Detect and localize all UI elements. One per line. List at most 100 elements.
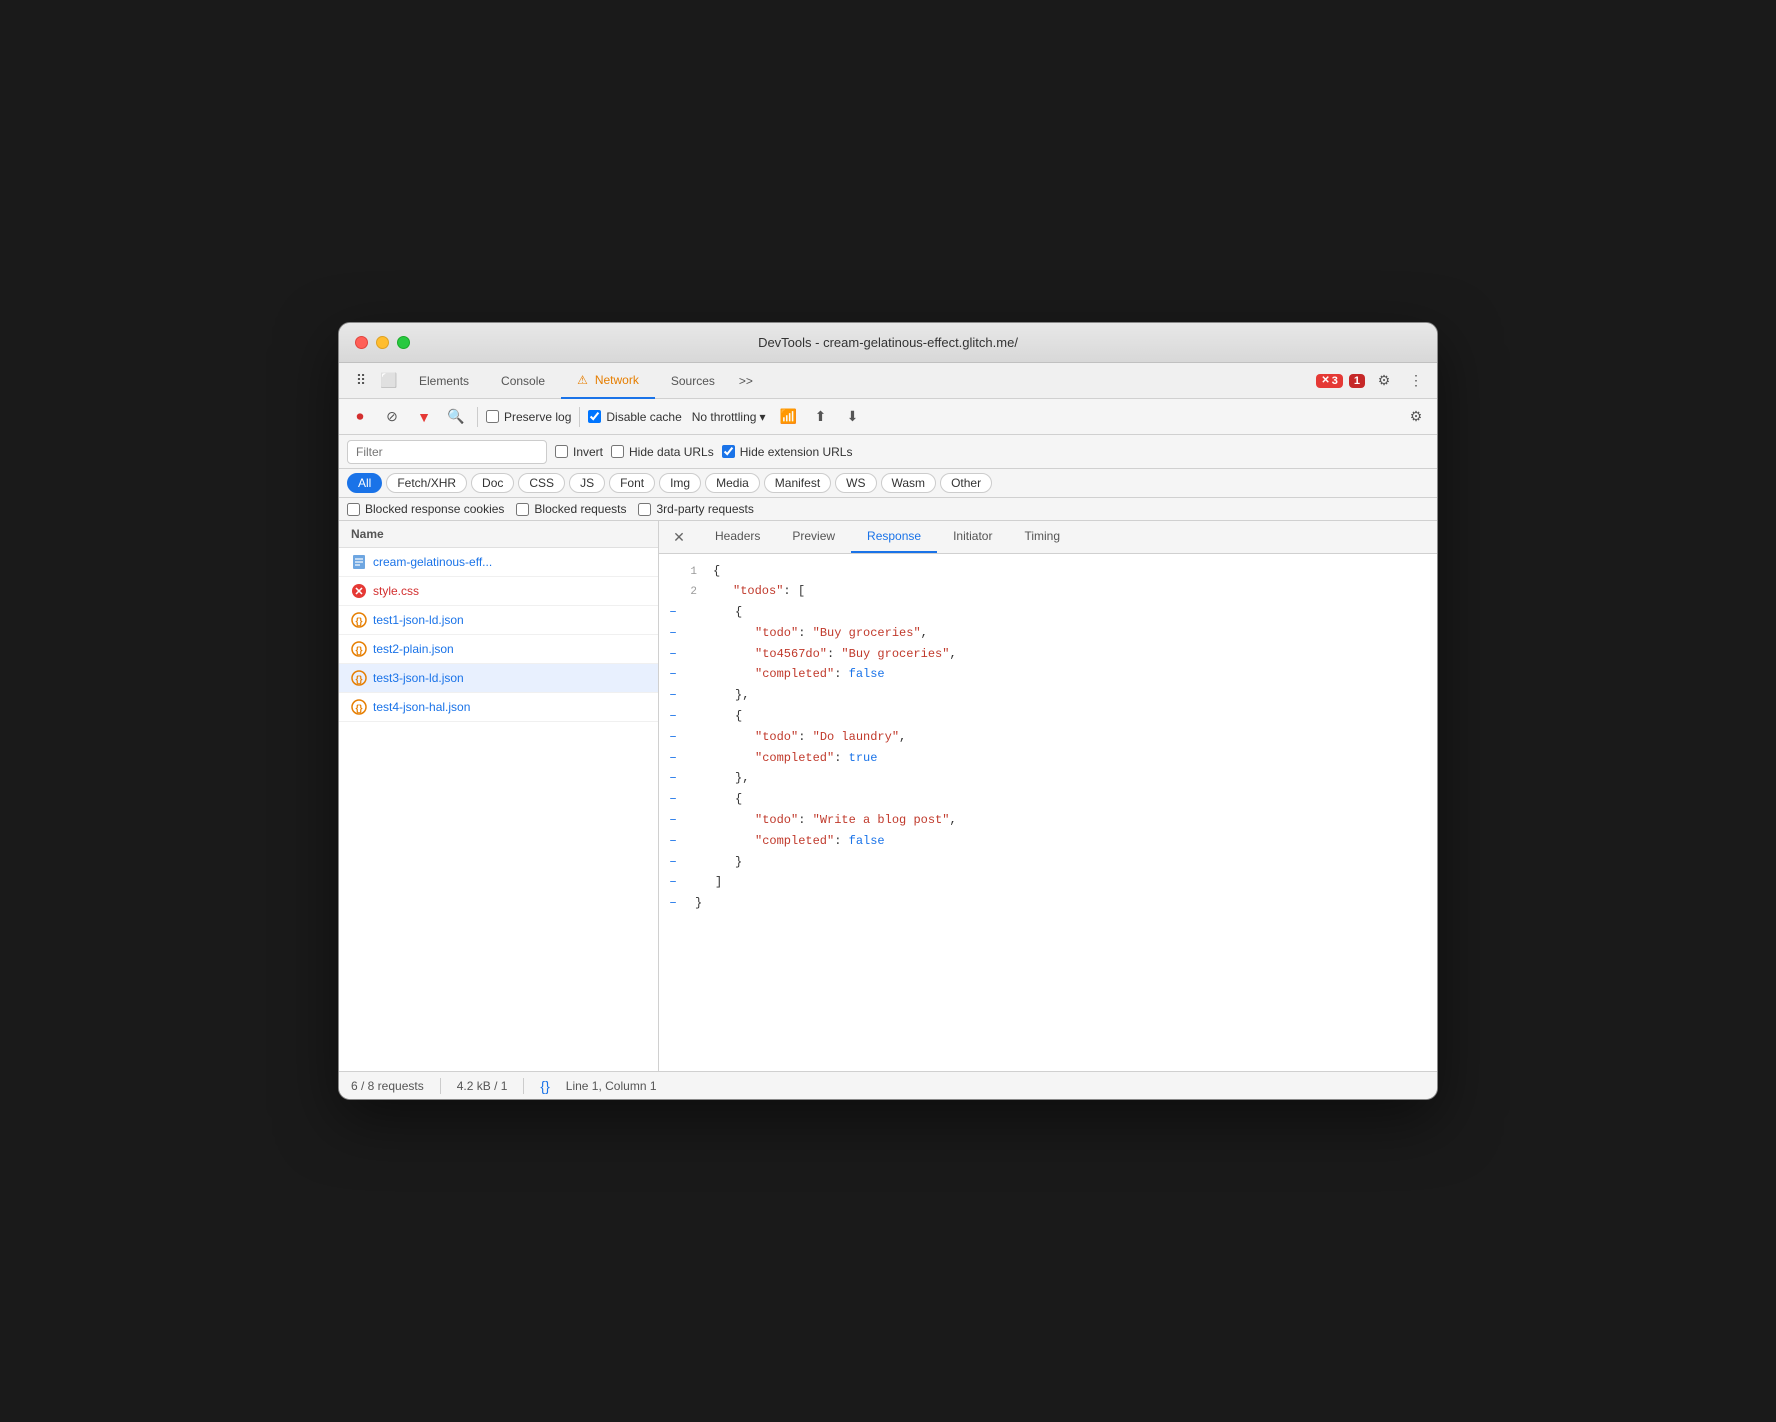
record-button[interactable]: ⏺	[347, 404, 373, 430]
json-file-icon: {}	[351, 641, 367, 657]
code-line: – "todo": "Write a blog post",	[659, 810, 1437, 831]
close-button[interactable]	[355, 336, 368, 349]
close-panel-button[interactable]: ✕	[667, 525, 691, 549]
third-party-checkbox[interactable]: 3rd-party requests	[638, 502, 753, 516]
warn-badge[interactable]: 1	[1349, 374, 1365, 388]
tab-timing[interactable]: Timing	[1008, 521, 1076, 553]
badge-area: ✕ 3 1 ⚙ ⋮	[1316, 368, 1429, 394]
maximize-button[interactable]	[397, 336, 410, 349]
json-file-icon: {}	[351, 670, 367, 686]
filter-other[interactable]: Other	[940, 473, 992, 493]
code-line: – ]	[659, 872, 1437, 893]
preserve-log-input[interactable]	[486, 410, 499, 423]
tab-response[interactable]: Response	[851, 521, 937, 553]
tab-console[interactable]: Console	[485, 363, 561, 399]
blocked-cookies-checkbox[interactable]: Blocked response cookies	[347, 502, 504, 516]
filter-img[interactable]: Img	[659, 473, 701, 493]
titlebar: DevTools - cream-gelatinous-effect.glitc…	[339, 323, 1437, 363]
upload-icon[interactable]: ⬆	[807, 404, 833, 430]
list-item[interactable]: ✕ style.css	[339, 577, 658, 606]
tab-headers[interactable]: Headers	[699, 521, 776, 553]
tab-bar: ⠿ ⬜ Elements Console ⚠ Network Sources >…	[339, 363, 1437, 399]
json-file-icon: {}	[351, 699, 367, 715]
invert-input[interactable]	[555, 445, 568, 458]
list-item[interactable]: {} test1-json-ld.json	[339, 606, 658, 635]
filter-css[interactable]: CSS	[518, 473, 565, 493]
filter-doc[interactable]: Doc	[471, 473, 514, 493]
response-tabs: ✕ Headers Preview Response Initiator Tim…	[659, 521, 1437, 554]
list-item[interactable]: {} test4-json-hal.json	[339, 693, 658, 722]
svg-text:{}: {}	[355, 616, 363, 626]
hide-data-urls-input[interactable]	[611, 445, 624, 458]
minimize-button[interactable]	[376, 336, 389, 349]
cursor-icon[interactable]: ⠿	[347, 367, 375, 395]
wifi-icon[interactable]: 📶	[775, 404, 801, 430]
tab-elements[interactable]: Elements	[403, 363, 485, 399]
doc-icon	[351, 554, 367, 570]
filter-ws[interactable]: WS	[835, 473, 876, 493]
hide-extension-urls-input[interactable]	[722, 445, 735, 458]
json-file-icon: {}	[351, 612, 367, 628]
throttle-select[interactable]: No throttling ▾	[688, 408, 770, 426]
filter-input[interactable]	[347, 440, 547, 464]
hide-data-urls-checkbox[interactable]: Hide data URLs	[611, 445, 714, 459]
more-filters: Blocked response cookies Blocked request…	[339, 498, 1437, 521]
response-content: 1 { 2 "todos": [ – { –	[659, 554, 1437, 1071]
list-item[interactable]: cream-gelatinous-eff...	[339, 548, 658, 577]
tab-sources[interactable]: Sources	[655, 363, 731, 399]
more-options-icon[interactable]: ⋮	[1403, 368, 1429, 394]
device-icon[interactable]: ⬜	[375, 367, 403, 395]
code-line: – "completed": false	[659, 664, 1437, 685]
settings-gear-icon[interactable]: ⚙	[1371, 368, 1397, 394]
list-item[interactable]: {} test3-json-ld.json	[339, 664, 658, 693]
filter-media[interactable]: Media	[705, 473, 760, 493]
svg-text:{}: {}	[355, 674, 363, 684]
file-list: Name cream-gelatinous-eff... ✕ style.css	[339, 521, 659, 1071]
tab-more[interactable]: >>	[731, 368, 761, 394]
tab-initiator[interactable]: Initiator	[937, 521, 1008, 553]
filter-fetch-xhr[interactable]: Fetch/XHR	[386, 473, 467, 493]
network-toolbar: ⏺ ⊘ ▼ 🔍 Preserve log Disable cache No th…	[339, 399, 1437, 435]
status-separator	[523, 1078, 524, 1094]
code-line: – "completed": true	[659, 748, 1437, 769]
status-separator	[440, 1078, 441, 1094]
file-name: test2-plain.json	[373, 642, 454, 656]
request-count: 6 / 8 requests	[351, 1079, 424, 1093]
blocked-cookies-input[interactable]	[347, 503, 360, 516]
filter-all[interactable]: All	[347, 473, 382, 493]
filter-bar: Invert Hide data URLs Hide extension URL…	[339, 435, 1437, 469]
search-icon[interactable]: 🔍	[443, 404, 469, 430]
filter-font[interactable]: Font	[609, 473, 655, 493]
blocked-requests-checkbox[interactable]: Blocked requests	[516, 502, 626, 516]
error-badge[interactable]: ✕ 3	[1316, 374, 1343, 388]
code-line: – "to4567do": "Buy groceries",	[659, 644, 1437, 665]
disable-cache-input[interactable]	[588, 410, 601, 423]
divider-2	[579, 407, 580, 427]
network-settings-icon[interactable]: ⚙	[1403, 404, 1429, 430]
filter-icon[interactable]: ▼	[411, 404, 437, 430]
hide-extension-urls-checkbox[interactable]: Hide extension URLs	[722, 445, 853, 459]
blocked-requests-input[interactable]	[516, 503, 529, 516]
list-item[interactable]: {} test2-plain.json	[339, 635, 658, 664]
third-party-input[interactable]	[638, 503, 651, 516]
tab-preview[interactable]: Preview	[776, 521, 851, 553]
code-line: – },	[659, 768, 1437, 789]
filter-manifest[interactable]: Manifest	[764, 473, 831, 493]
code-line: – }	[659, 852, 1437, 873]
file-list-header: Name	[339, 521, 658, 548]
type-filters: All Fetch/XHR Doc CSS JS Font Img Media …	[339, 469, 1437, 498]
window-title: DevTools - cream-gelatinous-effect.glitc…	[758, 335, 1018, 350]
disable-cache-checkbox[interactable]: Disable cache	[588, 410, 681, 424]
preserve-log-checkbox[interactable]: Preserve log	[486, 410, 571, 424]
clear-button[interactable]: ⊘	[379, 404, 405, 430]
filter-js[interactable]: JS	[569, 473, 605, 493]
invert-checkbox[interactable]: Invert	[555, 445, 603, 459]
divider-1	[477, 407, 478, 427]
code-line: 1 {	[659, 562, 1437, 582]
filter-wasm[interactable]: Wasm	[881, 473, 937, 493]
download-icon[interactable]: ⬇	[839, 404, 865, 430]
tab-network[interactable]: ⚠ Network	[561, 363, 655, 399]
json-format-icon[interactable]: {}	[540, 1078, 549, 1094]
code-line: – {	[659, 789, 1437, 810]
size-info: 4.2 kB / 1	[457, 1079, 508, 1093]
